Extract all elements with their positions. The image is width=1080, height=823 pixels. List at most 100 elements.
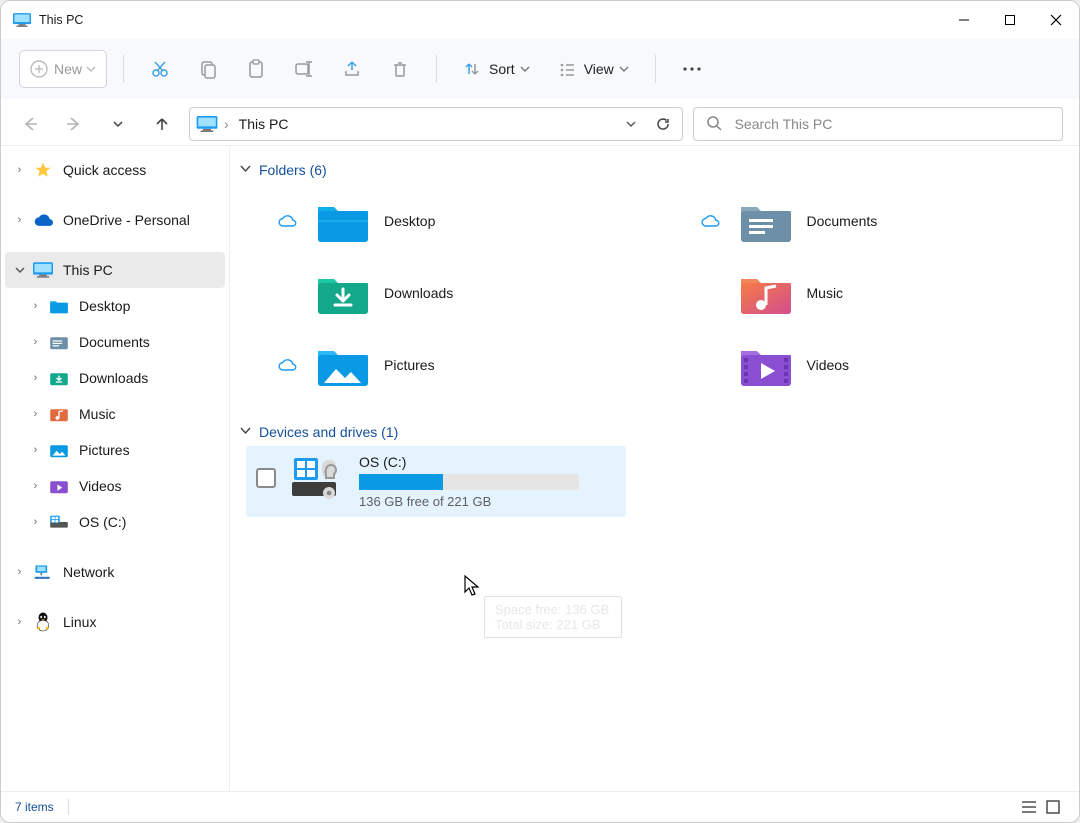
search-input[interactable]	[733, 115, 1050, 133]
folder-documents[interactable]: Documents	[687, 188, 1070, 254]
sidebar-item-linux[interactable]: › Linux	[5, 604, 225, 640]
sidebar-item-downloads[interactable]: › Downloads	[5, 360, 225, 396]
this-pc-icon	[32, 260, 53, 281]
folder-videos[interactable]: Videos	[687, 332, 1070, 398]
sidebar-item-network[interactable]: › Network	[5, 554, 225, 590]
rename-button[interactable]	[284, 50, 324, 88]
folder-label: Music	[807, 285, 844, 301]
sort-button[interactable]: Sort	[453, 50, 540, 88]
sidebar-item-pictures[interactable]: › Pictures	[5, 432, 225, 468]
view-button[interactable]: View	[548, 50, 639, 88]
share-button[interactable]	[332, 50, 372, 88]
scissors-icon	[150, 59, 170, 79]
folder-label: Videos	[807, 357, 850, 373]
cloud-icon	[32, 210, 53, 231]
share-icon	[342, 59, 362, 79]
sidebar-item-quick-access[interactable]: › Quick access	[5, 152, 225, 188]
arrow-up-icon	[153, 115, 171, 133]
new-button[interactable]: New	[19, 50, 107, 88]
star-icon	[32, 160, 53, 181]
group-header-label: Devices and drives (1)	[259, 424, 398, 440]
chevron-right-icon[interactable]: ›	[11, 214, 28, 226]
chevron-right-icon[interactable]: ›	[27, 372, 44, 384]
folder-music[interactable]: Music	[687, 260, 1070, 326]
drive-os-c[interactable]: OS (C:) 136 GB free of 221 GB	[246, 446, 626, 517]
network-icon	[32, 562, 53, 583]
linux-icon	[32, 612, 53, 633]
folders-grid: Desktop Documents Downloads Music	[240, 184, 1069, 416]
chevron-right-icon[interactable]: ›	[27, 336, 44, 348]
cloud-sync-icon	[272, 358, 302, 372]
sort-label: Sort	[489, 61, 515, 77]
folder-pictures[interactable]: Pictures	[264, 332, 647, 398]
music-folder-icon	[739, 271, 793, 316]
paste-button[interactable]	[236, 50, 276, 88]
sidebar-label: Pictures	[79, 442, 130, 458]
drive-info: OS (C:) 136 GB free of 221 GB	[359, 454, 616, 509]
chevron-right-icon[interactable]: ›	[27, 300, 44, 312]
chevron-right-icon[interactable]: ›	[11, 616, 28, 628]
sidebar-item-music[interactable]: › Music	[5, 396, 225, 432]
delete-button[interactable]	[380, 50, 420, 88]
chevron-right-icon[interactable]: ›	[27, 408, 44, 420]
forward-button[interactable]	[57, 107, 91, 141]
drive-icon	[290, 454, 345, 499]
search-box[interactable]	[693, 107, 1063, 141]
sidebar-item-onedrive[interactable]: › OneDrive - Personal	[5, 202, 225, 238]
chevron-right-icon[interactable]: ›	[27, 516, 44, 528]
ellipsis-icon	[682, 66, 702, 72]
sidebar-item-videos[interactable]: › Videos	[5, 468, 225, 504]
cloud-sync-icon	[272, 214, 302, 228]
address-bar[interactable]: › This PC	[189, 107, 683, 141]
plus-circle-icon	[30, 60, 48, 78]
address-history-button[interactable]	[618, 111, 644, 137]
thumbnails-view-button[interactable]	[1041, 796, 1065, 818]
folder-downloads[interactable]: Downloads	[264, 260, 647, 326]
chevron-down-icon[interactable]	[11, 265, 28, 275]
sidebar-item-os-c[interactable]: › OS (C:)	[5, 504, 225, 540]
chevron-right-icon[interactable]: ›	[27, 480, 44, 492]
group-header-drives[interactable]: Devices and drives (1)	[240, 424, 1069, 440]
recent-locations-button[interactable]	[101, 107, 135, 141]
drive-checkbox[interactable]	[256, 468, 276, 488]
maximize-button[interactable]	[987, 1, 1033, 39]
sort-icon	[463, 60, 481, 78]
folder-label: Pictures	[384, 357, 435, 373]
toolbar-divider	[123, 55, 124, 83]
refresh-button[interactable]	[650, 111, 676, 137]
desktop-folder-icon	[316, 199, 370, 244]
chevron-right-icon[interactable]: ›	[11, 566, 28, 578]
window-title: This PC	[39, 13, 83, 27]
videos-folder-icon	[48, 476, 69, 497]
drive-name: OS (C:)	[359, 454, 616, 470]
documents-folder-icon	[48, 332, 69, 353]
breadcrumb-this-pc[interactable]: This PC	[235, 114, 293, 134]
details-view-button[interactable]	[1017, 796, 1041, 818]
nav-pane: › Quick access › OneDrive - Personal Thi…	[1, 146, 230, 791]
back-button[interactable]	[13, 107, 47, 141]
up-button[interactable]	[145, 107, 179, 141]
sidebar-label: Videos	[79, 478, 122, 494]
sidebar-item-this-pc[interactable]: This PC	[5, 252, 225, 288]
downloads-folder-icon	[48, 368, 69, 389]
minimize-button[interactable]	[941, 1, 987, 39]
chevron-right-icon[interactable]: ›	[11, 164, 28, 176]
drive-free-text: 136 GB free of 221 GB	[359, 494, 616, 509]
group-header-folders[interactable]: Folders (6)	[240, 162, 1069, 178]
cut-button[interactable]	[140, 50, 180, 88]
explorer-window: This PC New Sort View	[0, 0, 1080, 823]
refresh-icon	[655, 116, 671, 132]
chevron-down-icon	[625, 118, 637, 130]
sidebar-item-desktop[interactable]: › Desktop	[5, 288, 225, 324]
sidebar-item-documents[interactable]: › Documents	[5, 324, 225, 360]
sidebar-label: Quick access	[63, 162, 146, 178]
sidebar-label: This PC	[63, 262, 113, 278]
chevron-down-icon	[520, 64, 530, 74]
copy-button[interactable]	[188, 50, 228, 88]
close-button[interactable]	[1033, 1, 1079, 39]
more-button[interactable]	[672, 50, 712, 88]
folder-desktop[interactable]: Desktop	[264, 188, 647, 254]
chevron-right-icon[interactable]: ›	[27, 444, 44, 456]
sidebar-label: Desktop	[79, 298, 130, 314]
sidebar-label: Documents	[79, 334, 150, 350]
